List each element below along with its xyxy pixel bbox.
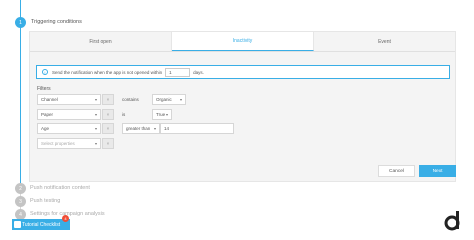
inactivity-setting: i Send the notification when the app is … (36, 65, 450, 79)
filter-value: 14 (164, 126, 170, 131)
tutorial-checklist-button[interactable]: Tutorial Checklist (12, 219, 70, 230)
cancel-button[interactable]: Cancel (378, 165, 415, 177)
filter-value: True (156, 112, 166, 117)
step-1-title[interactable]: Triggering conditions (31, 19, 82, 25)
filter-row: Channel ▾ × contains Organic ▾ (37, 94, 186, 105)
triggering-conditions-panel: First open Inactivity Event i Send the n… (29, 31, 456, 182)
checklist-icon (14, 221, 21, 228)
info-icon: i (42, 69, 48, 75)
filter-operator-select[interactable]: greater than ▾ (122, 123, 160, 134)
property-value: Channel (41, 97, 58, 102)
property-select[interactable]: Age ▾ (37, 123, 101, 134)
chevron-down-icon: ▾ (165, 112, 168, 117)
tutorial-label: Tutorial Checklist (22, 221, 61, 228)
tab-inactivity[interactable]: Inactivity (172, 32, 314, 51)
next-button[interactable]: Next (419, 165, 456, 177)
brand-logo-icon (441, 209, 465, 233)
chevron-down-icon: ▾ (94, 141, 97, 146)
filter-row-new: Select properties ▾ × (37, 138, 114, 149)
remove-filter-button[interactable]: × (102, 123, 114, 134)
property-placeholder: Select properties (41, 141, 75, 146)
filter-value-select[interactable]: True ▾ (152, 109, 172, 120)
filters-label: Filters (37, 86, 51, 92)
chevron-down-icon: ▾ (153, 126, 156, 131)
property-select[interactable]: Channel ▾ (37, 94, 101, 105)
tutorial-badge: 4 (62, 215, 69, 222)
filter-operator[interactable]: is (122, 112, 152, 117)
tab-first-open[interactable]: First open (30, 32, 172, 51)
filter-value-select[interactable]: Organic ▾ (152, 94, 186, 105)
remove-filter-button[interactable]: × (102, 94, 114, 105)
property-value: Age (41, 126, 50, 131)
step-1-indicator: 1 (15, 17, 26, 28)
filter-row: Age ▾ × greater than ▾ 14 (37, 123, 234, 134)
step-2-title[interactable]: Push notification content (30, 185, 90, 191)
filter-value: Organic (156, 97, 172, 102)
property-value: Paper (41, 112, 54, 117)
chevron-down-icon: ▾ (94, 112, 97, 117)
days-input[interactable]: 1 (165, 67, 191, 77)
inactivity-text: Send the notification when the app is no… (52, 69, 163, 75)
step-3-title[interactable]: Push testing (30, 198, 60, 204)
step-3-indicator: 3 (15, 196, 26, 207)
property-select[interactable]: Paper ▾ (37, 109, 101, 120)
filter-row: Paper ▾ × is True ▾ (37, 109, 172, 120)
property-select[interactable]: Select properties ▾ (37, 138, 101, 149)
chevron-down-icon: ▾ (94, 97, 97, 102)
trigger-tabs: First open Inactivity Event (30, 32, 455, 52)
step-2-indicator: 2 (15, 183, 26, 194)
days-label: days. (193, 69, 204, 75)
remove-filter-button[interactable]: × (102, 109, 114, 120)
tab-event[interactable]: Event (314, 32, 455, 51)
filter-value-input[interactable]: 14 (160, 123, 234, 134)
chevron-down-icon: ▾ (179, 97, 182, 102)
remove-filter-button[interactable]: × (102, 138, 114, 149)
filter-operator: greater than (126, 126, 151, 131)
filter-operator[interactable]: contains (122, 97, 152, 102)
chevron-down-icon: ▾ (94, 126, 97, 131)
